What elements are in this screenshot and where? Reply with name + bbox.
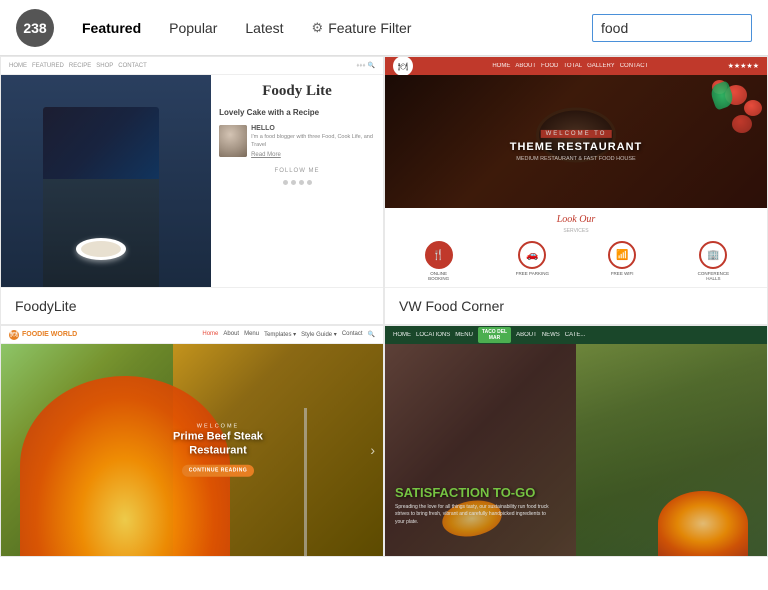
- tab-popular[interactable]: Popular: [157, 14, 229, 42]
- theme-count-badge: 238: [16, 9, 54, 47]
- fw-welcome-label: WELCOME: [153, 424, 283, 430]
- vw-service-booking: 🍴 ONLINE BOOKING: [421, 241, 457, 281]
- theme-card-vw-food-corner[interactable]: 🍽 HOME ABOUT FOOD TOTAL GALLERY CONTACT …: [384, 56, 768, 325]
- tdm-nav: HOME LOCATIONS MENU TACO DELMAR ABOUT NE…: [385, 326, 767, 344]
- fw-hero-text: WELCOME Prime Beef Steak Restaurant CONT…: [153, 424, 283, 477]
- vw-services-label: SERVICES: [393, 228, 759, 234]
- fl-social-icon-4: [307, 180, 312, 185]
- fw-nav: 🍽 FOODIE WORLD Home About Menu Templates…: [1, 326, 383, 344]
- vw-parking-icon: 🚗: [518, 241, 546, 269]
- fl-read-more: Read More: [251, 152, 375, 158]
- count-label: 238: [23, 20, 46, 36]
- fw-logo: 🍽 FOODIE WORLD: [9, 330, 77, 340]
- taco-del-mar-preview: HOME LOCATIONS MENU TACO DELMAR ABOUT NE…: [385, 326, 767, 556]
- tdm-subtitle: Spreading the love for all things tasty,…: [395, 504, 555, 527]
- fl-social-icon-1: [283, 180, 288, 185]
- vw-logo: 🍽: [393, 57, 413, 76]
- foody-lite-preview: HOME FEATURED RECIPE SHOP CONTACT ♦♦♦ 🔍: [1, 57, 383, 287]
- foodie-world-preview: 🍽 FOODIE WORLD Home About Menu Templates…: [1, 326, 383, 556]
- fw-main-title: Prime Beef Steak Restaurant: [153, 430, 283, 459]
- fw-hero: WELCOME Prime Beef Steak Restaurant CONT…: [1, 344, 383, 556]
- fw-logo-icon: 🍽: [9, 330, 19, 340]
- toolbar: 238 Featured Popular Latest ⚙ Feature Fi…: [0, 0, 768, 56]
- tdm-hero-text: SATISFACTION TO-GO Spreading the love fo…: [395, 485, 555, 526]
- fl-bio: I'm a food blogger with three Food, Cook…: [251, 134, 375, 149]
- fw-next-arrow: ›: [370, 442, 375, 458]
- tab-latest[interactable]: Latest: [233, 14, 295, 42]
- fl-social-icon-3: [299, 180, 304, 185]
- themes-grid: HOME FEATURED RECIPE SHOP CONTACT ♦♦♦ 🔍: [0, 56, 768, 557]
- vw-service-wifi: 📶 FREE WIFI: [608, 241, 636, 281]
- search-box: [592, 14, 752, 42]
- feature-filter-label: Feature Filter: [328, 20, 411, 36]
- gear-icon: ⚙: [312, 20, 324, 36]
- vw-welcome: WELCOME TO: [541, 129, 612, 137]
- vw-services: Look Our SERVICES 🍴 ONLINE BOOKING 🚗 FRE…: [385, 208, 767, 287]
- tab-featured[interactable]: Featured: [70, 14, 153, 42]
- fl-post-title: Lovely Cake with a Recipe: [219, 108, 375, 117]
- fl-nav: HOME FEATURED RECIPE SHOP CONTACT ♦♦♦ 🔍: [1, 57, 383, 75]
- theme-name-foody-lite: FoodyLite: [15, 298, 76, 314]
- fl-follow-me: FOLLOW ME: [219, 168, 375, 174]
- vw-look-our: Look Our: [393, 214, 759, 225]
- feature-filter-button[interactable]: ⚙ Feature Filter: [300, 14, 424, 42]
- vw-food-corner-preview: 🍽 HOME ABOUT FOOD TOTAL GALLERY CONTACT …: [385, 57, 767, 287]
- vw-wifi-icon: 📶: [608, 241, 636, 269]
- tdm-logo-badge: TACO DELMAR: [478, 327, 511, 343]
- theme-card-taco-del-mar[interactable]: HOME LOCATIONS MENU TACO DELMAR ABOUT NE…: [384, 325, 768, 557]
- theme-card-foody-lite[interactable]: HOME FEATURED RECIPE SHOP CONTACT ♦♦♦ 🔍: [0, 56, 384, 325]
- vw-booking-icon: 🍴: [425, 241, 453, 269]
- fw-nav-links: Home About Menu Templates ▾ Style Guide …: [202, 331, 375, 338]
- vw-subtitle: MEDIUM RESTAURANT & FAST FOOD HOUSE: [510, 156, 643, 162]
- fl-hero: [1, 75, 211, 287]
- vw-main-title: THEME RESTAURANT: [510, 140, 643, 153]
- search-input[interactable]: [592, 14, 752, 42]
- vw-hero-text: WELCOME TO THEME RESTAURANT MEDIUM RESTA…: [510, 121, 643, 161]
- vw-nav: 🍽 HOME ABOUT FOOD TOTAL GALLERY CONTACT …: [385, 57, 767, 75]
- fl-site-title: Foody Lite: [219, 83, 375, 100]
- tdm-main-title: SATISFACTION TO-GO: [395, 485, 555, 501]
- fw-cta-button: CONTINUE READING: [182, 464, 255, 476]
- fl-hello: HELLO: [251, 125, 375, 132]
- fw-logo-text: FOODIE WORLD: [22, 331, 77, 338]
- vw-service-parking: 🚗 FREE PARKING: [516, 241, 549, 281]
- theme-name-vw-food-corner: VW Food Corner: [399, 298, 504, 314]
- vw-hero: WELCOME TO THEME RESTAURANT MEDIUM RESTA…: [385, 75, 767, 208]
- vw-icons-row: 🍴 ONLINE BOOKING 🚗 FREE PARKING 📶 FREE W…: [393, 241, 759, 281]
- vw-service-conference: 🏢 CONFERENCE HALLS: [695, 241, 731, 281]
- fl-social-icon-2: [291, 180, 296, 185]
- nav-tabs: Featured Popular Latest ⚙ Feature Filter: [70, 14, 592, 42]
- tdm-hero: SATISFACTION TO-GO Spreading the love fo…: [385, 344, 767, 556]
- fl-sidebar: Foody Lite Lovely Cake with a Recipe HEL…: [211, 75, 383, 287]
- vw-conference-icon: 🏢: [699, 241, 727, 269]
- theme-card-foodie-world[interactable]: 🍽 FOODIE WORLD Home About Menu Templates…: [0, 325, 384, 557]
